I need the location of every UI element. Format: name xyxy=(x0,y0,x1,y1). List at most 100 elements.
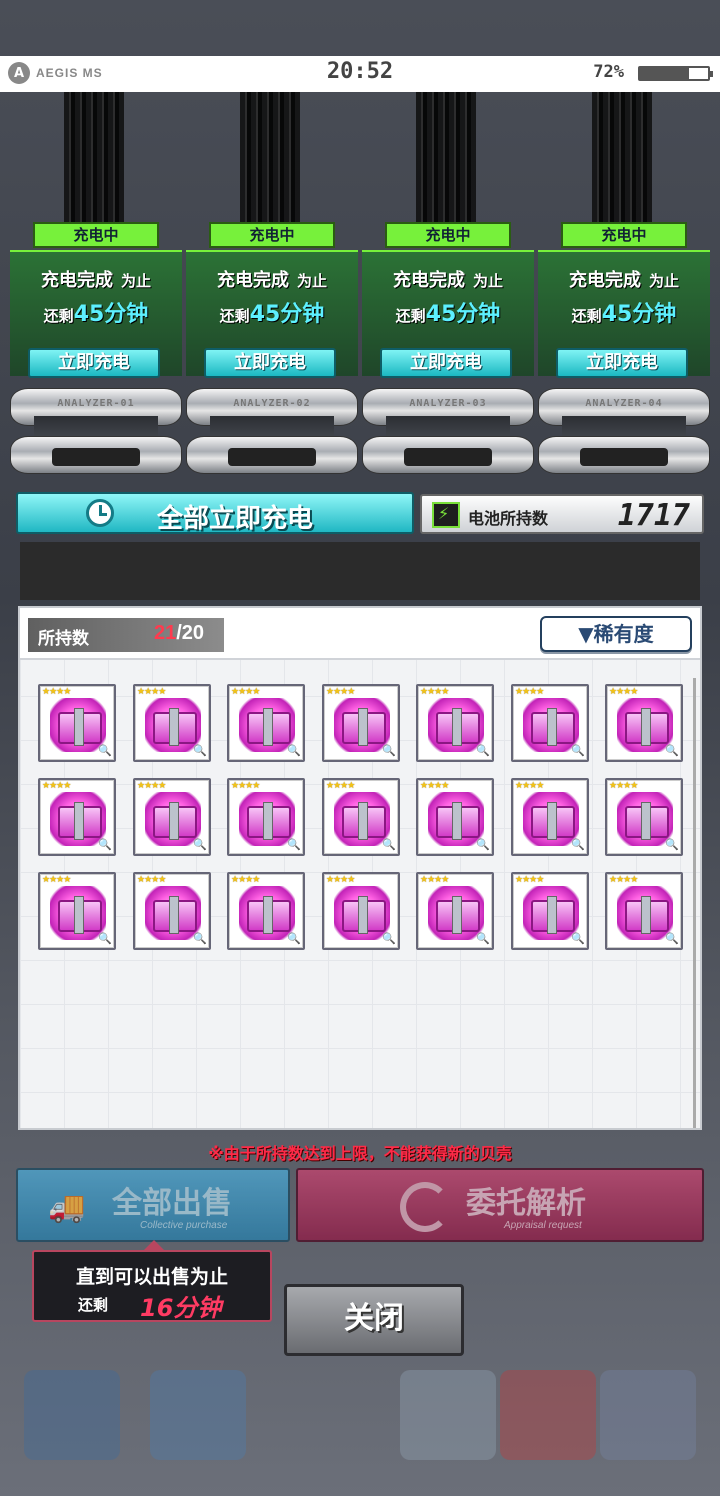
status-bar: A AEGIS MS 20:52 72% xyxy=(0,56,720,92)
shell-item[interactable]: ★★★★ 🔍 xyxy=(416,872,494,950)
scrollbar[interactable] xyxy=(693,678,696,1128)
rarity-stars-icon: ★★★★ xyxy=(137,875,166,885)
magnifier-icon[interactable]: 🔍 xyxy=(382,838,396,852)
sell-all-button[interactable]: 🚚 全部出售 Collective purchase xyxy=(16,1168,290,1242)
shell-item[interactable]: ★★★★ 🔍 xyxy=(322,684,400,762)
charge-now-button[interactable]: 立即充电 xyxy=(204,348,336,378)
battery-icon xyxy=(432,502,460,528)
shell-item[interactable]: ★★★★ 🔍 xyxy=(605,778,683,856)
magnifier-icon[interactable]: 🔍 xyxy=(571,838,585,852)
until-label: 为止 xyxy=(120,272,151,290)
until-label: 为止 xyxy=(472,272,503,290)
battery-count-label: 电池所持数 xyxy=(468,509,549,528)
shell-item[interactable]: ★★★★ 🔍 xyxy=(605,872,683,950)
shell-item[interactable]: ★★★★ 🔍 xyxy=(322,872,400,950)
tooltip-line1: 直到可以出售为止 xyxy=(75,1266,228,1288)
rarity-stars-icon: ★★★★ xyxy=(231,875,260,885)
magnifier-icon[interactable]: 🔍 xyxy=(665,744,679,758)
magnifier-icon[interactable]: 🔍 xyxy=(476,838,490,852)
cable-bundle xyxy=(592,92,652,232)
rarity-stars-icon: ★★★★ xyxy=(42,875,71,885)
rarity-stars-icon: ★★★★ xyxy=(42,687,71,697)
magnifier-icon[interactable]: 🔍 xyxy=(98,838,112,852)
close-button[interactable]: 关闭 xyxy=(284,1284,464,1356)
magnifier-icon[interactable]: 🔍 xyxy=(382,744,396,758)
shell-item[interactable]: ★★★★ 🔍 xyxy=(605,684,683,762)
magnifier-icon[interactable]: 🔍 xyxy=(193,932,207,946)
rarity-stars-icon: ★★★★ xyxy=(231,781,260,791)
charge-now-button[interactable]: 立即充电 xyxy=(28,348,160,378)
shell-item[interactable]: ★★★★ 🔍 xyxy=(416,684,494,762)
remaining-time: 45分钟 xyxy=(249,302,325,327)
magnifier-icon[interactable]: 🔍 xyxy=(287,838,301,852)
magnifier-icon[interactable]: 🔍 xyxy=(665,838,679,852)
magnifier-icon[interactable]: 🔍 xyxy=(98,932,112,946)
analyzer-panel: 充电完成 为止 还剩45分钟 立即充电 xyxy=(362,250,534,378)
sell-all-label: 全部出售 xyxy=(112,1186,232,1221)
info-strip xyxy=(20,542,700,600)
rarity-stars-icon: ★★★★ xyxy=(137,687,166,697)
shell-item[interactable]: ★★★★ 🔍 xyxy=(38,684,116,762)
remaining-time: 45分钟 xyxy=(425,302,501,327)
rarity-stars-icon: ★★★★ xyxy=(515,781,544,791)
magnifier-icon[interactable]: 🔍 xyxy=(382,932,396,946)
shell-item[interactable]: ★★★★ 🔍 xyxy=(38,872,116,950)
shell-item[interactable]: ★★★★ 🔍 xyxy=(38,778,116,856)
magnifier-icon[interactable]: 🔍 xyxy=(287,744,301,758)
analyzer-panel: 充电完成 为止 还剩45分钟 立即充电 xyxy=(538,250,710,378)
charge-all-button[interactable]: 全部立即充电 xyxy=(16,492,414,534)
battery-indicator-icon xyxy=(638,66,713,81)
owned-count-current: 21 xyxy=(154,622,177,644)
analyzer-2: 充电中 充电完成 为止 还剩45分钟 立即充电 ANALYZER-02 xyxy=(186,222,358,474)
charge-complete-label: 充电完成 xyxy=(216,270,289,291)
rarity-stars-icon: ★★★★ xyxy=(420,781,449,791)
charge-complete-label: 充电完成 xyxy=(568,270,641,291)
rarity-stars-icon: ★★★★ xyxy=(609,781,638,791)
magnifier-icon[interactable]: 🔍 xyxy=(193,838,207,852)
shell-item[interactable]: ★★★★ 🔍 xyxy=(133,778,211,856)
remaining-time: 45分钟 xyxy=(601,302,677,327)
cable-bundles xyxy=(0,92,720,232)
shell-item[interactable]: ★★★★ 🔍 xyxy=(322,778,400,856)
magnifier-icon[interactable]: 🔍 xyxy=(193,744,207,758)
analyzer-device: ANALYZER-03 xyxy=(362,380,534,490)
charging-status-badge: 充电中 xyxy=(561,222,687,248)
until-label: 为止 xyxy=(296,272,327,290)
inventory-panel: 所持数 21/20 ▼稀有度 ★★★★ 🔍 ★★★★ 🔍 ★★★★ 🔍 ★★★★ 🔍 ★★★★ 🔍… xyxy=(18,606,702,1130)
background-decor xyxy=(0,1360,720,1496)
request-analysis-sublabel: Appraisal request xyxy=(504,1220,582,1231)
analyzer-4: 充电中 充电完成 为止 还剩45分钟 立即充电 ANALYZER-04 xyxy=(538,222,710,474)
charge-now-button[interactable]: 立即充电 xyxy=(556,348,688,378)
shell-item[interactable]: ★★★★ 🔍 xyxy=(227,684,305,762)
sell-all-sublabel: Collective purchase xyxy=(140,1220,228,1231)
shell-item[interactable]: ★★★★ 🔍 xyxy=(511,684,589,762)
magnifier-icon[interactable]: 🔍 xyxy=(476,744,490,758)
shell-item[interactable]: ★★★★ 🔍 xyxy=(511,778,589,856)
device-tag: ANALYZER-01 xyxy=(57,398,135,409)
sell-cooldown-tooltip: 直到可以出售为止 还剩 16分钟 xyxy=(32,1240,272,1322)
analyzer-panel: 充电完成 为止 还剩45分钟 立即充电 xyxy=(10,250,182,378)
charging-status-badge: 充电中 xyxy=(385,222,511,248)
rarity-stars-icon: ★★★★ xyxy=(42,781,71,791)
battery-percent: 72% xyxy=(593,62,624,82)
shell-item[interactable]: ★★★★ 🔍 xyxy=(133,684,211,762)
rarity-stars-icon: ★★★★ xyxy=(420,875,449,885)
remaining-prefix: 还剩 xyxy=(395,307,426,325)
magnifier-icon[interactable]: 🔍 xyxy=(571,932,585,946)
sort-rarity-button[interactable]: ▼稀有度 xyxy=(540,616,692,652)
cable-bundle xyxy=(416,92,476,232)
shell-item[interactable]: ★★★★ 🔍 xyxy=(227,778,305,856)
shell-item[interactable]: ★★★★ 🔍 xyxy=(227,872,305,950)
magnifier-icon[interactable]: 🔍 xyxy=(98,744,112,758)
device-tag: ANALYZER-02 xyxy=(233,398,311,409)
magnifier-icon[interactable]: 🔍 xyxy=(287,932,301,946)
shell-item[interactable]: ★★★★ 🔍 xyxy=(416,778,494,856)
charge-now-button[interactable]: 立即充电 xyxy=(380,348,512,378)
request-analysis-button[interactable]: 委托解析 Appraisal request xyxy=(296,1168,704,1242)
magnifier-icon[interactable]: 🔍 xyxy=(665,932,679,946)
shell-item[interactable]: ★★★★ 🔍 xyxy=(133,872,211,950)
analyzer-device: ANALYZER-01 xyxy=(10,380,182,490)
magnifier-icon[interactable]: 🔍 xyxy=(571,744,585,758)
shell-item[interactable]: ★★★★ 🔍 xyxy=(511,872,589,950)
magnifier-icon[interactable]: 🔍 xyxy=(476,932,490,946)
